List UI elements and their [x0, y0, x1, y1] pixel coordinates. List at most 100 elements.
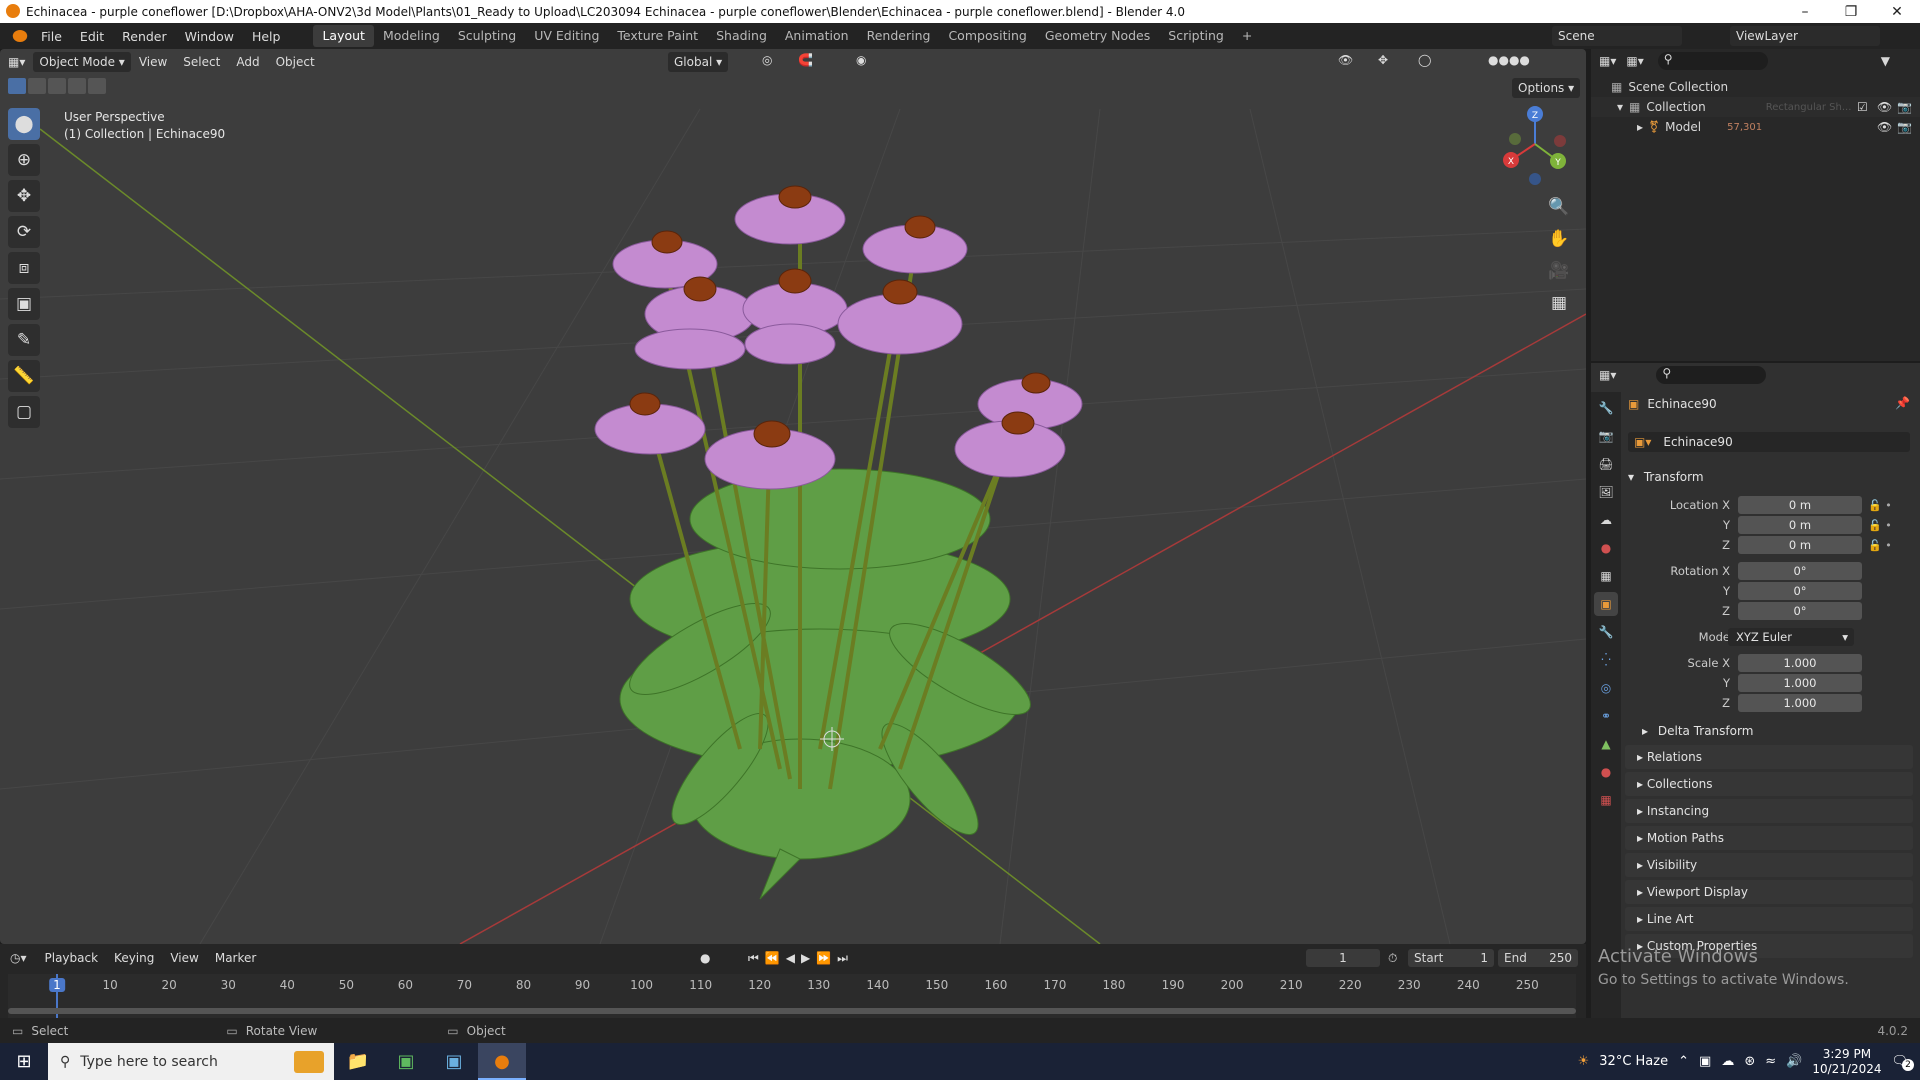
add-cube-tool-icon[interactable]: ▢: [8, 396, 40, 428]
outliner-editor-icon[interactable]: ▦▾: [1599, 54, 1616, 68]
tray-app-icon[interactable]: ▣: [1699, 1054, 1711, 1069]
menu-render[interactable]: Render: [113, 29, 176, 44]
wifi-icon[interactable]: ≈: [1765, 1054, 1776, 1069]
volume-icon[interactable]: 🔊: [1786, 1054, 1802, 1069]
menu-add[interactable]: Add: [228, 55, 267, 69]
scale-tool-icon[interactable]: ⧈: [8, 252, 40, 284]
transform-tool-icon[interactable]: ▣: [8, 288, 40, 320]
model-camera-icon[interactable]: 📷: [1897, 120, 1912, 134]
windows-start-icon[interactable]: ⊞: [0, 1051, 48, 1072]
current-frame-marker[interactable]: 1: [49, 978, 65, 992]
playback-controls[interactable]: ⏮⏪◀▶⏩⏭: [748, 951, 854, 966]
end-frame-field[interactable]: End 250: [1498, 949, 1578, 967]
viewport-3d[interactable]: Z X Y: [0, 49, 1586, 944]
options-button[interactable]: Options ▾: [1512, 78, 1581, 98]
select-extend-icon[interactable]: [28, 78, 46, 94]
rotate-tool-icon[interactable]: ⟳: [8, 216, 40, 248]
model-eye-icon[interactable]: 👁: [1877, 120, 1892, 134]
tray-chevron-icon[interactable]: ⌃: [1678, 1054, 1689, 1069]
outliner-search-input[interactable]: ⚲: [1657, 52, 1768, 70]
app-s-icon[interactable]: ▣: [430, 1051, 478, 1072]
object-datablock-field[interactable]: ▣▾ Echinace90: [1628, 432, 1910, 452]
menu-window[interactable]: Window: [176, 29, 243, 44]
rotation-mode-dropdown[interactable]: XYZ Euler ▾: [1728, 628, 1854, 646]
scale-z-field[interactable]: 1.000: [1738, 694, 1862, 712]
rotation-y-field[interactable]: 0°: [1738, 582, 1862, 600]
select-new-icon[interactable]: [8, 78, 26, 94]
lock-icon[interactable]: 🔓 •: [1868, 516, 1908, 536]
add-workspace-button[interactable]: +: [1233, 25, 1261, 47]
section-relations[interactable]: ▸ Relations: [1625, 745, 1913, 769]
section-line-art[interactable]: ▸ Line Art: [1625, 907, 1913, 931]
tab-rendering[interactable]: Rendering: [858, 25, 940, 47]
outliner-item-collection[interactable]: ▾ ▦ Collection Rectangular Sh... ☑ 👁 📷: [1591, 97, 1920, 117]
timeline-editor-icon[interactable]: ◷▾: [10, 951, 27, 965]
lock-icon[interactable]: 🔓 •: [1868, 496, 1908, 516]
file-explorer-icon[interactable]: 📁: [334, 1051, 382, 1072]
tab-sculpting[interactable]: Sculpting: [449, 25, 525, 47]
onedrive-icon[interactable]: ☁: [1721, 1054, 1734, 1069]
section-collections[interactable]: ▸ Collections: [1625, 772, 1913, 796]
tab-compositing[interactable]: Compositing: [939, 25, 1035, 47]
properties-search-input[interactable]: ⚲: [1656, 366, 1767, 384]
menu-timeline-view[interactable]: View: [162, 951, 206, 965]
location-x-field[interactable]: 0 m: [1738, 496, 1862, 514]
editor-type-icon[interactable]: ▦▾: [0, 55, 33, 69]
taskbar-clock[interactable]: 3:29 PM 10/21/2024: [1812, 1047, 1881, 1077]
timeline-scrollbar[interactable]: [8, 1008, 1576, 1014]
section-visibility[interactable]: ▸ Visibility: [1625, 853, 1913, 877]
transform-orientation-dropdown[interactable]: Global ▾: [668, 52, 729, 72]
tab-texture-paint[interactable]: Texture Paint: [608, 25, 707, 47]
texture-tab-icon[interactable]: ▦: [1594, 788, 1618, 812]
menu-select[interactable]: Select: [175, 55, 228, 69]
annotate-tool-icon[interactable]: ✎: [8, 324, 40, 356]
outliner-scene-collection[interactable]: ▦ Scene Collection: [1591, 77, 1920, 97]
outliner-filter-icon[interactable]: ▦▾: [1626, 54, 1643, 68]
tab-scripting[interactable]: Scripting: [1159, 25, 1233, 47]
data-tab-icon[interactable]: ▲: [1594, 732, 1618, 756]
select-box-tool-icon[interactable]: ⬤: [8, 108, 40, 140]
restore-button[interactable]: ❐: [1828, 0, 1874, 23]
outliner-funnel-icon[interactable]: ▼: [1881, 54, 1890, 68]
navigation-gizmo[interactable]: Z X Y: [1503, 106, 1566, 185]
start-frame-field[interactable]: Start 1: [1408, 949, 1494, 967]
output-tab-icon[interactable]: 🖨: [1594, 452, 1618, 476]
pivot-icon[interactable]: ◎: [754, 53, 780, 67]
shading-modes-icon[interactable]: ●●●●: [1480, 53, 1538, 67]
minimize-button[interactable]: –: [1782, 0, 1828, 23]
render-tab-icon[interactable]: 📷: [1594, 424, 1618, 448]
transform-section-header[interactable]: ▾ Transform: [1628, 466, 1910, 488]
measure-tool-icon[interactable]: 📏: [8, 360, 40, 392]
gizmo-toggle-icon[interactable]: ✥: [1370, 53, 1396, 67]
rotation-x-field[interactable]: 0°: [1738, 562, 1862, 580]
tab-modeling[interactable]: Modeling: [374, 25, 449, 47]
blender-taskbar-icon[interactable]: ●: [478, 1043, 526, 1080]
menu-keying[interactable]: Keying: [106, 951, 162, 965]
menu-marker[interactable]: Marker: [207, 951, 264, 965]
cursor-tool-icon[interactable]: ⊕: [8, 144, 40, 176]
scene-selector[interactable]: Scene: [1552, 26, 1682, 46]
menu-help[interactable]: Help: [243, 29, 290, 44]
select-intersect-icon[interactable]: [88, 78, 106, 94]
expand-down-icon[interactable]: ▾: [1617, 100, 1623, 114]
weather-text[interactable]: 32°C Haze: [1599, 1054, 1668, 1069]
ortho-grid-icon[interactable]: ▦: [1545, 289, 1573, 317]
visibility-icon[interactable]: 👁: [1330, 53, 1361, 67]
stopwatch-icon[interactable]: ⏱: [1388, 951, 1397, 966]
proportional-edit-icon[interactable]: ◉: [848, 53, 874, 67]
menu-playback[interactable]: Playback: [37, 951, 107, 965]
delta-transform-header[interactable]: ▸ Delta Transform: [1642, 720, 1912, 742]
menu-view[interactable]: View: [131, 55, 175, 69]
zoom-icon[interactable]: 🔍: [1545, 193, 1573, 221]
menu-file[interactable]: File: [32, 29, 71, 44]
scale-x-field[interactable]: 1.000: [1738, 654, 1862, 672]
move-tool-icon[interactable]: ✥: [8, 180, 40, 212]
section-viewport-display[interactable]: ▸ Viewport Display: [1625, 880, 1913, 904]
overlay-toggle-icon[interactable]: ◯: [1410, 53, 1439, 67]
tab-shading[interactable]: Shading: [707, 25, 776, 47]
bluetooth-icon[interactable]: ⊛: [1744, 1054, 1755, 1069]
material-tab-icon[interactable]: ●: [1594, 760, 1618, 784]
object-mode-dropdown[interactable]: Object Mode ▾: [33, 52, 131, 72]
app-3-icon[interactable]: ▣: [382, 1051, 430, 1072]
menu-edit[interactable]: Edit: [71, 29, 113, 44]
